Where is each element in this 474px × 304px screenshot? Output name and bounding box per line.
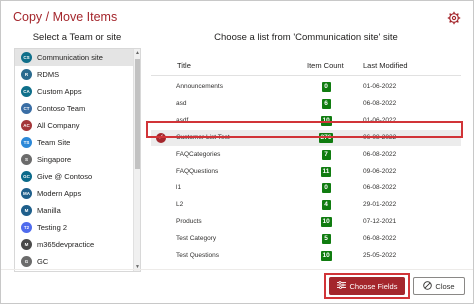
list-title: FAQCategories [176,150,221,158]
site-avatar: R [21,69,32,80]
item-count-badge: 10 [320,217,332,228]
site-avatar: AC [21,120,32,131]
site-avatar: G [21,256,32,267]
site-name: GC [37,257,49,266]
site-name: Modern Apps [37,189,82,198]
scroll-thumb[interactable] [135,59,140,169]
last-modified: 06-08-2022 [363,184,397,192]
site-avatar: S [21,154,32,165]
last-modified: 25-05-2022 [363,252,397,259]
site-list-heading: Select a Team or site [32,32,122,43]
last-modified: 06-08-2022 [363,150,397,158]
choose-fields-button[interactable]: Choose Fields [329,277,405,295]
item-count-badge: 5 [321,234,331,245]
site-avatar: GC [21,171,32,182]
gear-icon[interactable] [447,11,461,25]
site-name: m365devpractice [37,240,95,249]
list-title: FAQQuestions [176,167,219,175]
site-name: Communication site [37,53,103,62]
site-avatar: CS [21,52,32,63]
list-title: Products [176,218,202,226]
site-name: Team Site [37,138,71,147]
site-name: Custom Apps [37,87,82,96]
site-name: Manilla [37,206,61,215]
site-name: All Company [37,121,80,130]
item-count-badge: 0 [321,82,331,92]
site-item[interactable]: T2 Testing 2 [15,219,133,236]
site-avatar: M [21,205,32,216]
table-row[interactable]: FAQCategories 7 06-08-2022 [151,147,461,163]
table-row[interactable]: Test Questions 10 25-05-2022 [151,248,461,264]
column-header-last-modified[interactable]: Last Modified [363,61,408,70]
site-name: Contoso Team [37,104,86,113]
list-title: Test Questions [176,252,219,259]
choose-fields-label: Choose Fields [349,281,398,291]
list-title: Announcements [176,83,223,90]
site-item[interactable]: M Manilla [15,202,133,219]
site-name: Give @ Contoso [37,172,93,181]
list-title: l1 [176,184,182,192]
site-item[interactable]: G GC [15,253,133,270]
site-item[interactable]: GC Give @ Contoso [15,168,133,185]
site-avatar: T2 [21,222,32,233]
table-row[interactable]: Products 10 07-12-2021 [151,214,461,230]
site-item[interactable]: Mm365devpractice [15,236,133,253]
column-header-item-count[interactable]: Item Count [307,61,344,70]
dialog-title: Copy / Move Items [13,10,118,24]
site-name: Singapore [37,155,72,164]
table-row[interactable]: asd 6 06-08-2022 [151,96,461,112]
item-count-badge: 7 [321,149,331,160]
site-item[interactable]: CS Communication site [15,49,133,66]
site-item[interactable]: R RDMS [15,66,133,83]
table-row[interactable]: Announcements 0 01-06-2022 [151,79,461,95]
site-item[interactable]: S Singapore [15,151,133,168]
site-item[interactable]: AC All Company [15,117,133,134]
site-item[interactable]: MA Modern Apps [15,185,133,202]
item-count-badge: 0 [321,183,331,194]
close-label: Close [435,281,455,291]
table-row[interactable]: Test Category 5 06-08-2022 [151,231,461,247]
site-avatar: M [21,239,32,250]
site-avatar: CA [21,86,32,97]
site-avatar: TS [21,137,32,148]
close-button[interactable]: Close [413,277,465,295]
last-modified: 01-06-2022 [363,83,397,90]
site-item[interactable]: TS Team Site [15,134,133,151]
cancel-icon [423,280,433,292]
header-divider [151,75,461,76]
selected-row-highlight [146,121,463,138]
item-count-badge: 4 [321,200,331,211]
list-title: Test Category [176,235,217,243]
table-row[interactable]: l1 0 06-08-2022 [151,180,461,196]
site-avatar: MA [21,188,32,199]
footer-divider [1,269,473,270]
title-bar: Copy / Move Items [1,1,473,33]
column-header-title[interactable]: Title [177,61,191,70]
table-row[interactable]: FAQQuestions 11 09-06-2022 [151,164,461,180]
site-list-scrollbar[interactable]: ▲ ▼ [133,49,140,271]
site-item[interactable]: CT Contoso Team [15,100,133,117]
scroll-up-icon[interactable]: ▲ [134,49,140,57]
site-name: RDMS [37,70,60,79]
copy-move-dialog: Copy / Move Items Select a Team or site … [0,0,474,304]
last-modified: 09-06-2022 [363,167,397,175]
list-title: L2 [176,201,184,209]
last-modified: 29-01-2022 [363,201,397,209]
last-modified: 06-08-2022 [363,235,397,243]
item-count-badge: 6 [321,98,331,109]
list-table-heading: Choose a list from 'Communication site' … [214,32,398,43]
site-list[interactable]: ▲ ▼ CS Communication site R RDMS CA Custom Ap… [14,48,141,272]
last-modified: 07-12-2021 [363,218,397,226]
item-count-badge: 10 [320,251,332,261]
choose-fields-icon [336,281,346,291]
site-name: Testing 2 [37,223,68,232]
site-item[interactable]: CA Custom Apps [15,83,133,100]
list-title: asd [176,99,187,107]
last-modified: 06-08-2022 [363,99,397,107]
table-row[interactable]: L2 4 29-01-2022 [151,197,461,213]
item-count-badge: 11 [320,166,332,177]
site-avatar: CT [21,103,32,114]
